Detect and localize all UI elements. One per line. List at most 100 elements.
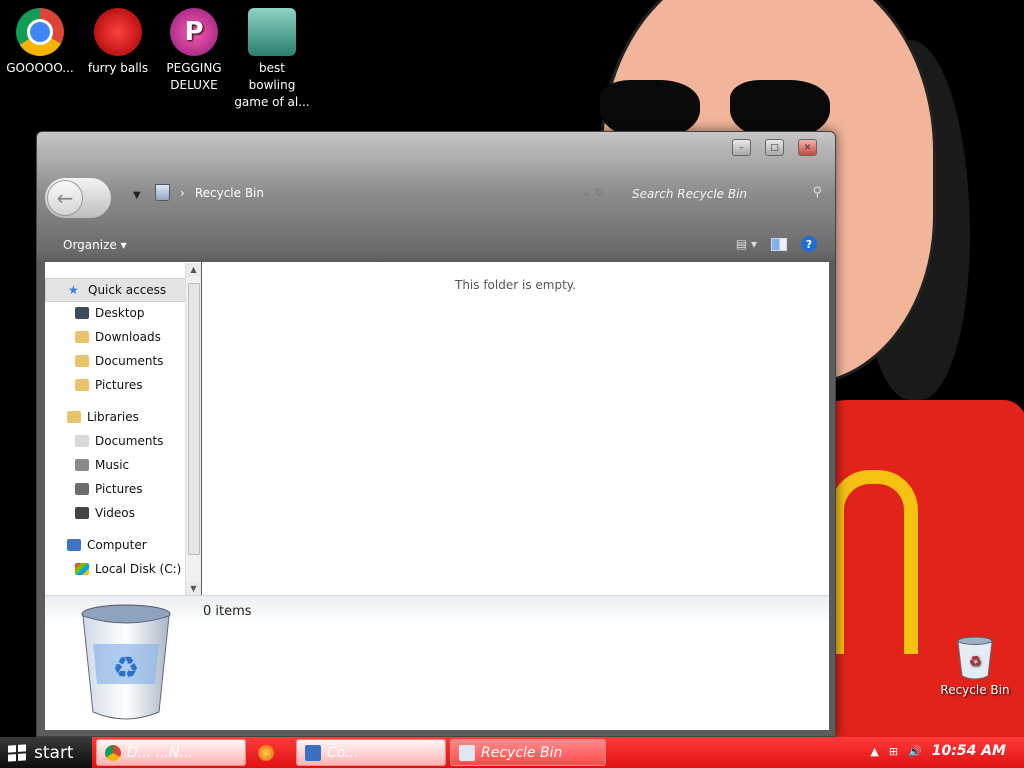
start-label: start [34,742,74,763]
music-library-icon [75,459,89,471]
nav-item-pictures[interactable]: Pictures 📌 [45,374,201,396]
speaker-icon[interactable]: 🔊 [908,745,922,758]
search-icon[interactable]: ⚲ [812,185,822,200]
desktop-folder-icon [75,307,89,319]
windows-logo-icon [8,743,26,762]
nav-label: Local Disk (C:) [95,562,182,576]
caption-buttons: – □ ✕ [732,139,817,156]
close-button[interactable]: ✕ [798,139,817,156]
nav-scrollbar[interactable]: ▲ ▼ [185,263,201,596]
videos-library-icon [75,507,89,519]
svg-text:♻: ♻ [969,654,982,670]
taskbar: start D... ...N... Co... Recycle Bin ▲ ⊞… [0,737,1024,768]
maximize-button[interactable]: □ [765,139,784,156]
nav-label: Documents [95,434,164,448]
nav-item-documents[interactable]: Documents 📌 [45,350,201,372]
recent-pages-dropdown[interactable]: ▼ [133,190,141,201]
star-icon: ★ [68,283,79,297]
nav-item-music[interactable]: Music [45,454,201,476]
recycle-bin-icon [459,744,475,761]
pegging-icon: P [170,8,218,56]
desktop-icon-chrome[interactable]: GOOOOO... [2,8,78,77]
desktop-icon-pegging[interactable]: P PEGGING DELUXE [156,8,232,94]
address-bar[interactable]: › Recycle Bin [155,184,264,201]
nav-item-lib-documents[interactable]: Documents [45,430,201,452]
back-button[interactable]: ← [47,180,83,216]
computer-icon [67,539,81,551]
taskbar-button-label: D... ...N... [127,744,193,761]
taskbar-button-firefox[interactable] [250,739,292,766]
network-icon[interactable]: ⊞ [889,745,898,758]
system-tray: ▲ ⊞ 🔊 10:54 AM [870,743,1006,759]
refresh-icon[interactable]: ⌄ ↻ [582,186,604,199]
desktop-icon-label: GOOOOO... [6,61,74,75]
file-list-area[interactable]: This folder is empty. [202,262,829,595]
nav-item-downloads[interactable]: Downloads 📌 [45,326,201,348]
nav-label: Documents [95,354,164,368]
taskbar-button-chrome[interactable]: D... ...N... [96,739,246,766]
command-bar: Organize ▾ ▤ ▾ ? [37,234,835,260]
preview-pane-icon[interactable] [771,237,787,251]
desktop-icon-bowling[interactable]: best bowling game of al... [234,8,310,111]
svg-text:♻: ♻ [113,651,140,686]
show-hidden-icons[interactable]: ▲ [870,745,878,758]
clock[interactable]: 10:54 AM [932,743,1006,759]
scroll-down-arrow[interactable]: ▼ [186,582,201,596]
nav-item-desktop[interactable]: Desktop 📌 [45,302,201,324]
recycle-bin-window: – □ ✕ ← ▼ › Recycle Bin ⌄ ↻ Search Recyc… [36,131,836,737]
local-disk-icon [75,563,89,575]
nav-label: Videos [95,506,135,520]
desktop-icon-label: furry balls [87,61,149,75]
taskbar-button-label: Recycle Bin [481,744,563,761]
nav-item-computer[interactable]: Computer [45,534,201,556]
nav-label: Quick access [88,283,167,297]
firefox-icon [258,744,274,761]
nav-item-quick-access[interactable]: ★ Quick access [45,278,201,302]
desktop-icon-label: best bowling game of al... [234,61,310,109]
help-icon[interactable]: ? [801,236,817,252]
nav-item-videos[interactable]: Videos [45,502,201,524]
taskbar-button-control-panel[interactable]: Co... [296,739,446,766]
furry-ball-icon [94,8,142,56]
empty-folder-message: This folder is empty. [455,278,576,292]
nav-label: Libraries [87,410,139,424]
documents-folder-icon [75,355,89,367]
taskbar-button-recycle-bin[interactable]: Recycle Bin [450,739,606,766]
bowling-icon [248,8,296,56]
breadcrumb-recycle-bin[interactable]: Recycle Bin [195,186,264,200]
nav-label: Desktop [95,306,145,320]
desktop-icon-label: PEGGING DELUXE [166,61,222,92]
scroll-up-arrow[interactable]: ▲ [186,263,201,277]
back-forward-buttons: ← [45,178,111,218]
pictures-library-icon [75,483,89,495]
desktop-icon-label: Recycle Bin [940,683,1010,697]
recycle-bin-icon: ♻ [957,636,993,680]
control-panel-icon [305,744,321,761]
search-placeholder: Search Recycle Bin [632,187,748,201]
nav-label: Downloads [95,330,161,344]
details-pane: ♻ 0 items [45,595,829,730]
organize-button[interactable]: Organize ▾ [63,238,127,252]
view-options-icon[interactable]: ▤ ▾ [736,237,757,251]
downloads-folder-icon [75,331,89,343]
organize-label: Organize [63,238,117,252]
nav-item-lib-pictures[interactable]: Pictures [45,478,201,500]
libraries-icon [67,411,81,423]
pictures-folder-icon [75,379,89,391]
nav-item-local-disk[interactable]: Local Disk (C:) [45,558,201,580]
desktop-icon-recycle-bin[interactable]: ♻ Recycle Bin [936,636,1014,697]
nav-item-libraries[interactable]: Libraries [45,406,201,428]
nav-label: Pictures [95,378,143,392]
start-button[interactable]: start [0,737,92,768]
search-input[interactable]: Search Recycle Bin ⚲ [632,185,822,201]
recycle-bin-large-icon: ♻ [81,604,171,720]
chevron-right-icon: › [180,185,185,200]
item-count: 0 items [203,604,252,619]
documents-library-icon [75,435,89,447]
scroll-thumb[interactable] [188,283,200,555]
desktop-icon-furry-balls[interactable]: furry balls [80,8,156,77]
nav-label: Music [95,458,130,472]
minimize-button[interactable]: – [732,139,751,156]
chrome-icon [105,744,121,761]
taskbar-button-label: Co... [327,744,359,761]
